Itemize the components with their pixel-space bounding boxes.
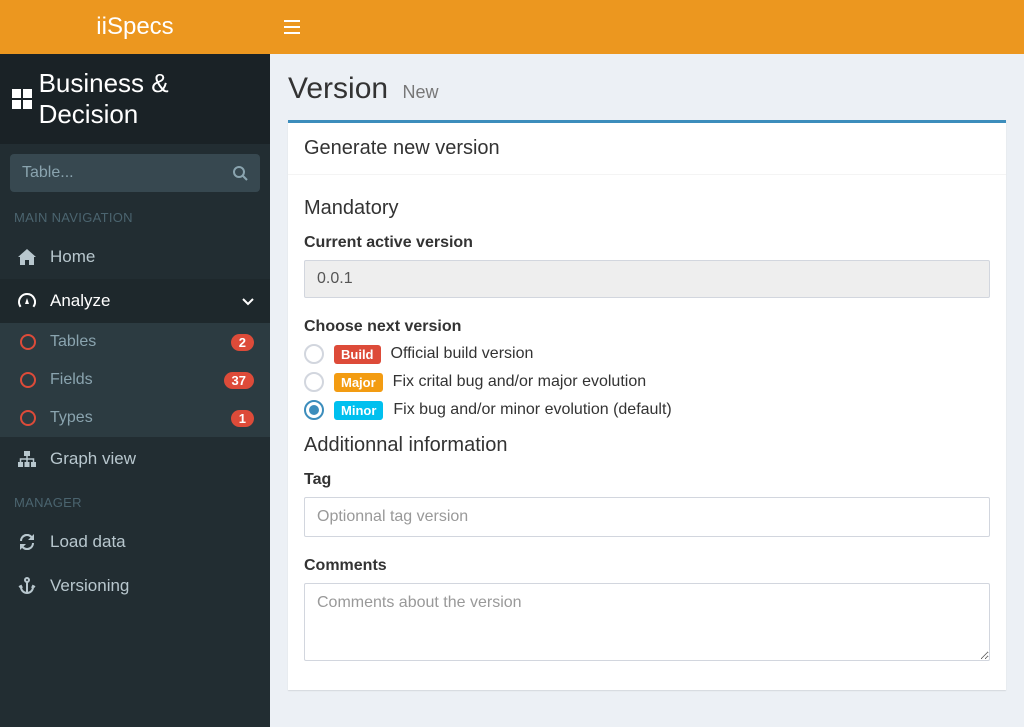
subnav-types[interactable]: Types 1	[0, 399, 270, 437]
nav-analyze[interactable]: Analyze	[0, 279, 270, 323]
panel-body: Mandatory Current active version 0.0.1 C…	[288, 175, 1006, 690]
content-header: Version New	[270, 54, 1024, 120]
chevron-down-icon	[242, 291, 254, 311]
input-tag[interactable]	[304, 497, 990, 537]
badge-types-count: 1	[231, 410, 254, 427]
content: Version New Generate new version Mandato…	[270, 54, 1024, 727]
topbar: iiSpecs	[0, 0, 1024, 54]
label-current-version: Current active version	[304, 234, 990, 252]
app-logo[interactable]: iiSpecs	[0, 0, 270, 54]
nav-versioning[interactable]: Versioning	[0, 564, 270, 608]
dashboard-icon	[16, 293, 38, 309]
subnav-types-label: Types	[50, 409, 231, 427]
option-minor[interactable]: Minor Fix bug and/or minor evolution (de…	[304, 400, 990, 420]
sitemap-icon	[16, 451, 38, 467]
nav-load-data[interactable]: Load data	[0, 520, 270, 564]
sidebar: Business & Decision MAIN NAVIGATION Home…	[0, 54, 270, 727]
section-manager: MANAGER	[0, 481, 270, 520]
section-main-navigation: MAIN NAVIGATION	[0, 196, 270, 235]
sidebar-toggle[interactable]	[270, 0, 314, 54]
panel-generate-version: Generate new version Mandatory Current a…	[288, 120, 1006, 690]
current-version-value: 0.0.1	[304, 260, 990, 298]
nav-home-label: Home	[50, 247, 254, 267]
subnav-tables[interactable]: Tables 2	[0, 323, 270, 361]
nav-load-data-label: Load data	[50, 532, 254, 552]
search-box[interactable]	[10, 154, 260, 192]
subnav-tables-label: Tables	[50, 333, 231, 351]
label-choose-next: Choose next version	[304, 318, 990, 336]
analyze-subnav: Tables 2 Fields 37 Types 1	[0, 323, 270, 437]
subnav-fields[interactable]: Fields 37	[0, 361, 270, 399]
brand[interactable]: Business & Decision	[0, 54, 270, 144]
search-input[interactable]	[22, 164, 232, 182]
circle-icon	[20, 334, 36, 350]
page-title: Version	[288, 72, 388, 105]
nav-graph-view[interactable]: Graph view	[0, 437, 270, 481]
badge-major: Major	[334, 373, 383, 392]
subnav-fields-label: Fields	[50, 371, 224, 389]
option-major-text: Fix crital bug and/or major evolution	[393, 373, 646, 391]
radio-minor[interactable]	[304, 400, 324, 420]
option-major[interactable]: Major Fix crital bug and/or major evolut…	[304, 372, 990, 392]
app-name: iSpecs	[102, 13, 174, 40]
radio-build[interactable]	[304, 344, 324, 364]
brand-name: Business & Decision	[39, 68, 260, 130]
badge-build: Build	[334, 345, 381, 364]
option-build[interactable]: Build Official build version	[304, 344, 990, 364]
home-icon	[16, 249, 38, 265]
badge-fields-count: 37	[224, 372, 254, 389]
option-build-text: Official build version	[391, 345, 534, 363]
circle-icon	[20, 410, 36, 426]
nav-home[interactable]: Home	[0, 235, 270, 279]
refresh-icon	[16, 534, 38, 550]
section-additional: Additionnal information	[304, 434, 990, 457]
label-tag: Tag	[304, 471, 990, 489]
brand-blocks-icon	[12, 89, 33, 109]
textarea-comments[interactable]	[304, 583, 990, 661]
badge-minor: Minor	[334, 401, 383, 420]
nav-versioning-label: Versioning	[50, 576, 254, 596]
page-subtitle: New	[403, 82, 439, 102]
section-mandatory: Mandatory	[304, 197, 990, 220]
label-comments: Comments	[304, 557, 990, 575]
panel-title: Generate new version	[288, 123, 1006, 175]
anchor-icon	[16, 577, 38, 595]
nav-analyze-label: Analyze	[50, 291, 242, 311]
badge-tables-count: 2	[231, 334, 254, 351]
search-icon[interactable]	[232, 165, 248, 181]
nav-graph-label: Graph view	[50, 449, 254, 469]
option-minor-text: Fix bug and/or minor evolution (default)	[393, 401, 671, 419]
hamburger-icon	[284, 20, 300, 34]
radio-major[interactable]	[304, 372, 324, 392]
circle-icon	[20, 372, 36, 388]
